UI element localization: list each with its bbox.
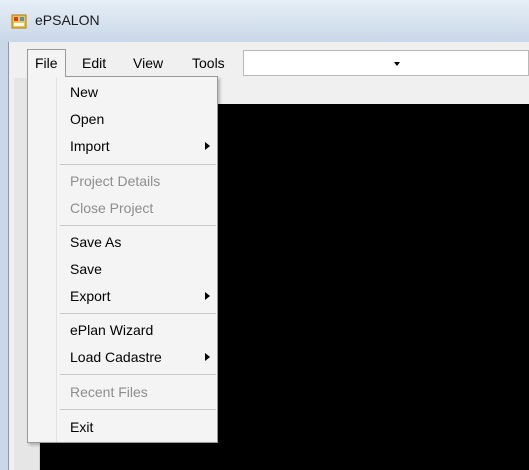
menu-item-import-label: Import (70, 138, 110, 154)
menu-item-export-label: Export (70, 288, 111, 304)
menu-item-save-as[interactable]: Save As (70, 229, 210, 255)
menu-separator (60, 374, 216, 375)
chevron-down-icon[interactable] (394, 62, 400, 66)
menu-view[interactable]: View (126, 50, 170, 76)
menu-tools[interactable]: Tools (185, 50, 232, 76)
menu-item-recent-files: Recent Files (70, 384, 148, 400)
submenu-arrow-icon (205, 292, 210, 300)
menu-item-project-details: Project Details (70, 173, 161, 189)
menu-item-open[interactable]: Open (70, 106, 210, 132)
menu-item-export[interactable]: Export (70, 283, 210, 309)
menu-item-exit[interactable]: Exit (70, 414, 210, 440)
menu-separator (60, 225, 216, 226)
menu-item-new[interactable]: New (70, 79, 210, 105)
menu-separator (60, 313, 216, 314)
toolbar-combo[interactable] (243, 50, 529, 76)
app-window-icon (11, 14, 27, 29)
menu-item-eplan-wizard[interactable]: ePlan Wizard (70, 317, 210, 343)
menu-icon-gutter (56, 77, 57, 442)
menu-item-import[interactable]: Import (70, 133, 210, 159)
window-title: ePSALON (35, 12, 100, 28)
menu-separator (60, 164, 216, 165)
menu-edit[interactable]: Edit (75, 50, 113, 76)
menu-item-close-project: Close Project (70, 200, 154, 216)
menu-separator (60, 409, 216, 410)
menu-item-load-cadastre-label: Load Cadastre (70, 349, 162, 365)
menu-item-load-cadastre[interactable]: Load Cadastre (70, 344, 210, 370)
menu-item-save[interactable]: Save (70, 256, 210, 282)
submenu-arrow-icon (205, 142, 210, 150)
file-menu-dropdown: New Open Import Project Details Close Pr… (27, 76, 218, 443)
submenu-arrow-icon (205, 353, 210, 361)
title-bar: ePSALON (0, 0, 529, 42)
menu-file[interactable]: File (27, 49, 66, 77)
